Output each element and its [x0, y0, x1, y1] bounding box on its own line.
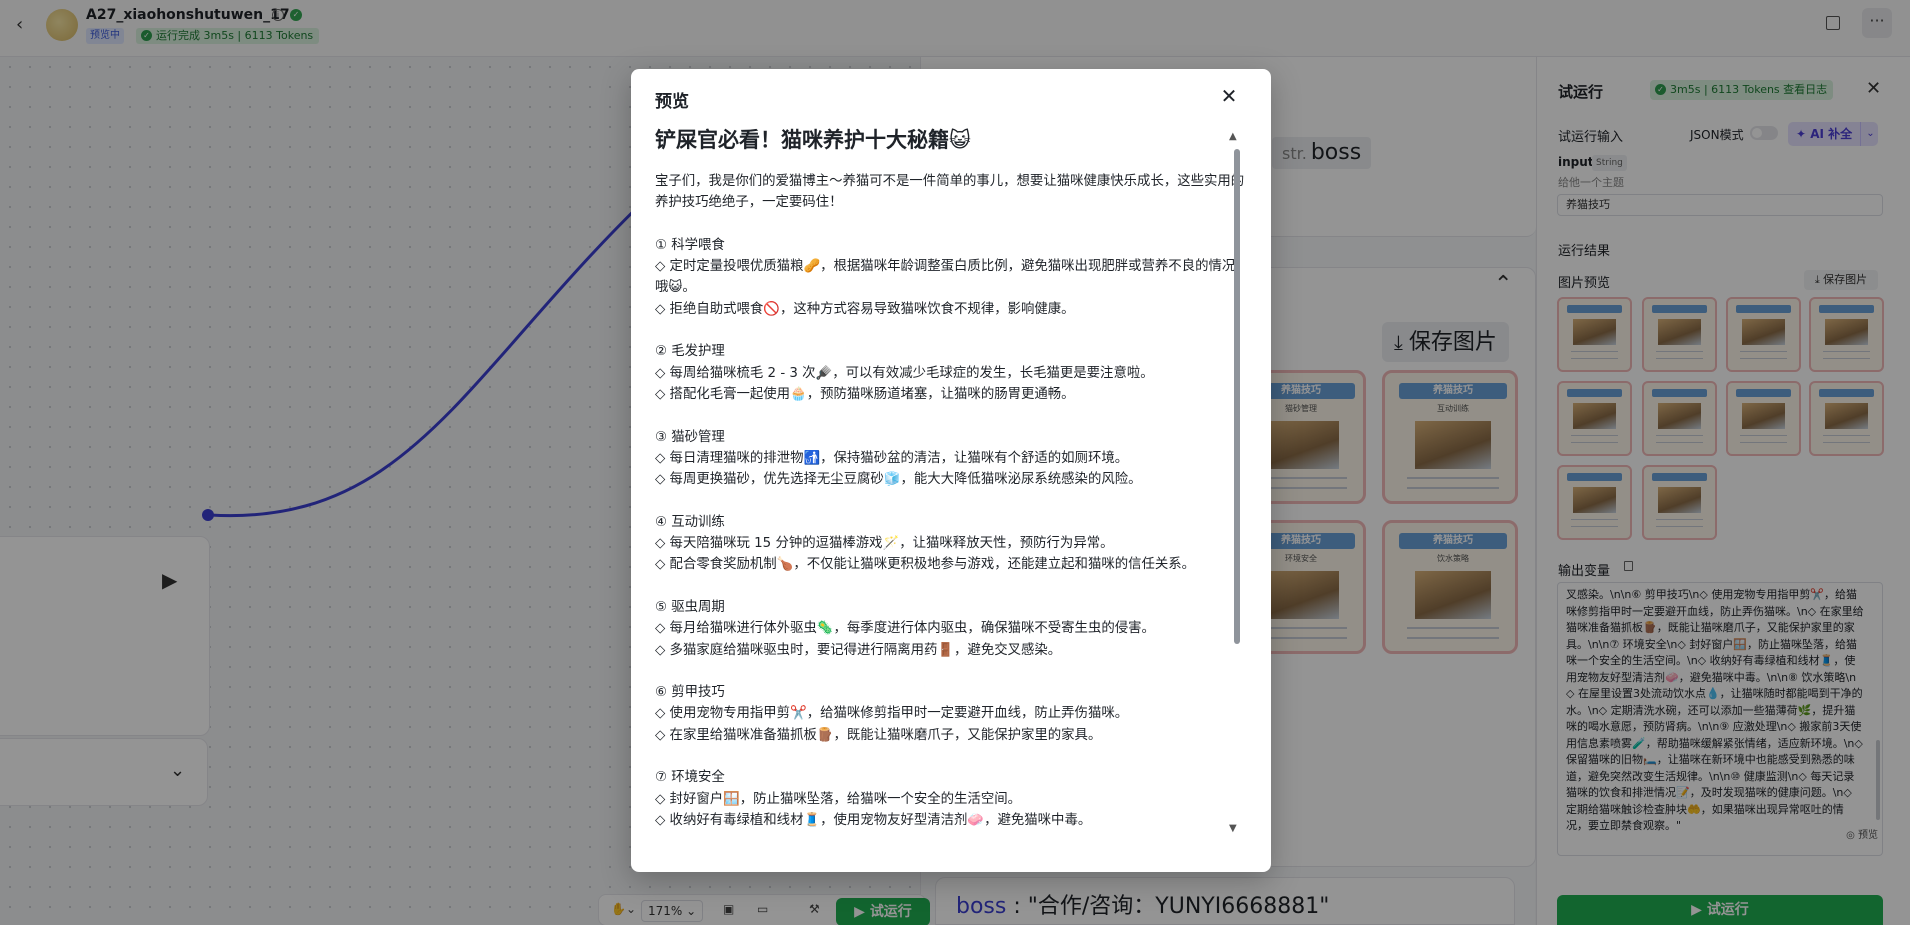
scroll-up-icon[interactable]: ▲	[1229, 131, 1237, 142]
scroll-down-icon[interactable]: ▼	[1229, 823, 1237, 834]
close-icon[interactable]: ✕	[1217, 84, 1241, 108]
dialog-content: 铲屎官必看！猫咪养护十大秘籍😺 宝子们，我是你们的爱猫博主～养猫可不是一件简单的…	[655, 123, 1245, 853]
dialog-title: 预览	[655, 92, 689, 112]
post-body: 宝子们，我是你们的爱猫博主～养猫可不是一件简单的事儿，想要让猫咪健康快乐成长，这…	[655, 174, 1245, 828]
scrollbar[interactable]	[1234, 149, 1240, 644]
preview-dialog: 预览 ✕ 铲屎官必看！猫咪养护十大秘籍😺 宝子们，我是你们的爱猫博主～养猫可不是…	[631, 69, 1271, 872]
post-title: 铲屎官必看！猫咪养护十大秘籍😺	[655, 128, 971, 152]
